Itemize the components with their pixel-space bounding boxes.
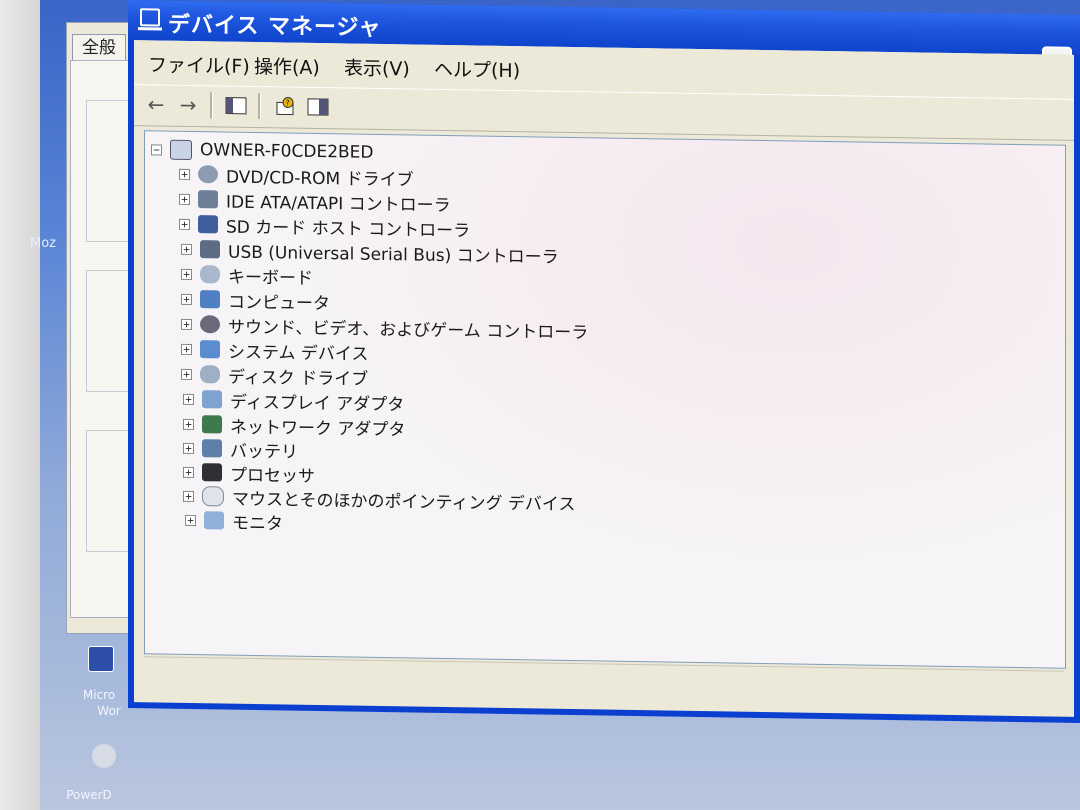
tree-node-label: プロセッサ <box>230 465 315 487</box>
network-adapter-icon <box>202 415 222 434</box>
tree-node[interactable]: + ディスク ドライブ <box>181 362 368 389</box>
battery-icon <box>202 439 222 458</box>
tree-node[interactable]: + DVD/CD-ROM ドライブ <box>179 162 414 190</box>
cd-drive-icon <box>198 165 218 184</box>
expand-icon[interactable]: + <box>183 441 194 455</box>
tree-node[interactable]: + SD カード ホスト コントローラ <box>179 212 470 241</box>
device-manager-window: デバイス マネージャ ファイル(F) 操作(A) 表示(V) ヘルプ(H) ← … <box>128 0 1080 723</box>
tree-node-label: モニタ <box>232 513 283 534</box>
expand-icon[interactable]: + <box>179 192 190 205</box>
keyboard-icon <box>200 265 220 284</box>
menu-action[interactable]: 操作(A) <box>254 52 320 80</box>
expand-icon[interactable]: + <box>179 217 190 230</box>
tree-node-label: DVD/CD-ROM ドライブ <box>226 167 414 190</box>
tree-node-label: IDE ATA/ATAPI コントローラ <box>226 192 451 216</box>
tree-root-label: OWNER-F0CDE2BED <box>200 140 374 163</box>
collapse-icon[interactable]: − <box>151 143 162 156</box>
disk-drive-icon <box>200 365 220 384</box>
powerdvd-shortcut-icon[interactable] <box>92 744 116 768</box>
word-shortcut-icon[interactable] <box>88 646 114 672</box>
arrow-right-icon[interactable]: → <box>174 92 202 118</box>
desktop-label: PowerD <box>66 788 112 802</box>
expand-icon[interactable]: + <box>181 292 192 305</box>
expand-icon[interactable]: + <box>183 465 194 479</box>
expand-icon[interactable]: + <box>185 513 196 527</box>
tree-node-label: SD カード ホスト コントローラ <box>226 217 471 241</box>
menu-view[interactable]: 表示(V) <box>344 53 410 81</box>
console-tree-icon[interactable] <box>222 92 250 118</box>
usb-icon <box>200 240 220 259</box>
toolbar-separator <box>258 93 261 120</box>
expand-icon[interactable]: + <box>181 342 192 355</box>
system-device-icon <box>200 340 220 359</box>
tree-node[interactable]: + コンピュータ <box>181 287 330 314</box>
expand-icon[interactable]: + <box>183 489 194 503</box>
tree-node-label: ディスプレイ アダプタ <box>230 392 405 415</box>
svg-text:?: ? <box>286 98 290 107</box>
tree-node-label: コンピュータ <box>228 292 330 314</box>
desktop-label: Micro <box>82 688 116 702</box>
sd-card-icon <box>198 215 218 234</box>
display-adapter-icon <box>202 390 222 409</box>
tree-node[interactable]: + ネットワーク アダプタ <box>183 412 405 440</box>
expand-icon[interactable]: + <box>181 242 192 255</box>
window-title: デバイス マネージャ <box>168 12 382 41</box>
tree-node[interactable]: + バッテリ <box>183 436 298 462</box>
device-manager-icon <box>140 8 160 27</box>
tree-node[interactable]: + モニタ <box>185 508 283 534</box>
tree-node-label: ディスク ドライブ <box>228 367 369 390</box>
expand-icon[interactable]: + <box>181 317 192 330</box>
monitor-icon <box>204 511 224 530</box>
tree-root[interactable]: − OWNER-F0CDE2BED <box>151 137 374 164</box>
tab-general[interactable]: 全般 <box>72 34 126 61</box>
computer-icon <box>200 290 220 309</box>
sound-icon <box>200 315 220 334</box>
computer-icon <box>170 139 192 161</box>
tree-node-label: システム デバイス <box>228 342 369 365</box>
processor-icon <box>202 463 222 482</box>
expand-icon[interactable]: + <box>179 167 190 180</box>
expand-icon[interactable]: + <box>183 392 194 406</box>
tree-node-label: キーボード <box>228 267 313 289</box>
tree-node[interactable]: + キーボード <box>181 262 313 288</box>
device-tree: − OWNER-F0CDE2BED + DVD/CD-ROM ドライブ + ID… <box>144 130 1066 669</box>
mouse-icon <box>202 486 224 507</box>
tree-node-label: マウスとそのほかのポインティング デバイス <box>232 489 576 515</box>
desktop-label: Moz <box>30 236 56 251</box>
tree-node-label: バッテリ <box>230 441 298 463</box>
toolbar-separator <box>210 92 213 119</box>
expand-icon[interactable]: + <box>183 417 194 431</box>
tree-node[interactable]: + システム デバイス <box>181 337 368 364</box>
menu-help[interactable]: ヘルプ(H) <box>434 55 520 83</box>
expand-icon[interactable]: + <box>181 267 192 280</box>
menu-file[interactable]: ファイル(F) <box>148 50 250 79</box>
help-properties-icon[interactable]: ? <box>272 93 300 119</box>
tree-node[interactable]: + プロセッサ <box>183 460 315 486</box>
view-icon[interactable] <box>304 94 332 120</box>
tree-node[interactable]: + ディスプレイ アダプタ <box>183 387 405 415</box>
expand-icon[interactable]: + <box>181 367 192 380</box>
window-client: ファイル(F) 操作(A) 表示(V) ヘルプ(H) ← → ? − OWNER… <box>134 40 1074 717</box>
tree-node[interactable]: + IDE ATA/ATAPI コントローラ <box>179 187 451 216</box>
arrow-left-icon[interactable]: ← <box>142 91 170 117</box>
ide-controller-icon <box>198 190 218 209</box>
